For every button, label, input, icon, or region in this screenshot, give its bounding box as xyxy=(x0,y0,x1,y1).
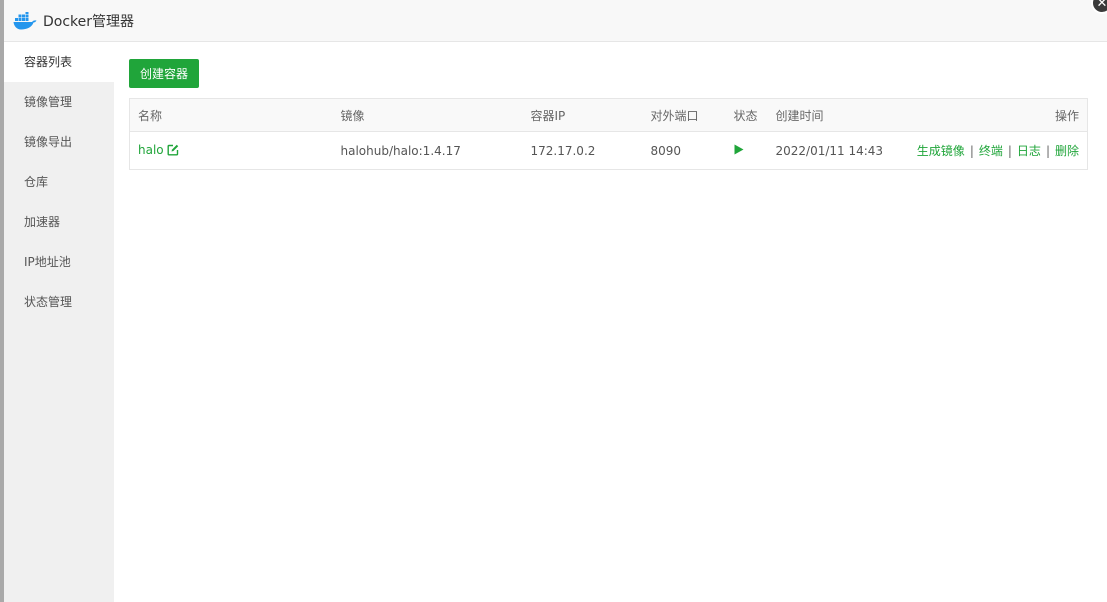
sidebar: 容器列表 镜像管理 镜像导出 仓库 加速器 IP地址池 状态管理 xyxy=(4,42,114,602)
sidebar-item-ip-pool[interactable]: IP地址池 xyxy=(4,242,114,282)
window-title: Docker管理器 xyxy=(43,13,135,30)
cell-created: 2022/01/11 14:43 xyxy=(775,143,884,158)
column-header-ops: 操作 xyxy=(1054,108,1079,123)
column-header-port: 对外端口 xyxy=(650,108,699,123)
cell-port[interactable]: 8090 xyxy=(643,132,726,170)
cell-name: halo xyxy=(130,132,333,170)
op-separator: | xyxy=(1045,144,1050,158)
sidebar-item-accelerator[interactable]: 加速器 xyxy=(4,202,114,242)
column-header-ip: 容器IP xyxy=(530,108,566,123)
column-header-status: 状态 xyxy=(733,108,758,123)
op-separator: | xyxy=(969,144,974,158)
sidebar-item-status-management[interactable]: 状态管理 xyxy=(4,282,114,322)
op-separator: | xyxy=(1007,144,1012,158)
table-row: halo halohub/halo:1.4.17 172.17.0.2 8090… xyxy=(130,132,1088,170)
sidebar-item-repository[interactable]: 仓库 xyxy=(4,162,114,202)
generate-image-link[interactable]: 生成镜像 xyxy=(917,144,965,158)
cell-image: halohub/halo:1.4.17 xyxy=(340,143,461,158)
sidebar-item-image-management[interactable]: 镜像管理 xyxy=(4,82,114,122)
container-name-link[interactable]: halo xyxy=(138,143,164,157)
column-header-image: 镜像 xyxy=(340,108,365,123)
log-link[interactable]: 日志 xyxy=(1017,144,1041,158)
sidebar-item-container-list[interactable]: 容器列表 xyxy=(4,42,114,82)
terminal-link[interactable]: 终端 xyxy=(979,144,1003,158)
docker-manager-dialog: Docker管理器 容器列表 镜像管理 镜像导出 仓库 加速器 IP地址池 状态… xyxy=(4,0,1107,602)
create-container-button[interactable]: 创建容器 xyxy=(129,59,200,88)
column-header-created: 创建时间 xyxy=(775,108,824,123)
container-table: 名称 镜像 容器IP 对外端口 状态 创建时间 操作 halo halohub/… xyxy=(129,98,1088,170)
delete-link[interactable]: 删除 xyxy=(1055,144,1079,158)
edit-icon[interactable] xyxy=(167,144,179,159)
sidebar-item-image-export[interactable]: 镜像导出 xyxy=(4,122,114,162)
cell-ops: 生成镜像 | 终端 | 日志 | 删除 xyxy=(894,132,1088,170)
play-icon[interactable] xyxy=(734,144,744,158)
cell-status xyxy=(726,132,768,170)
main-content: 创建容器 名称 镜像 容器IP 对外端口 状态 创建时间 操作 halo hal… xyxy=(114,42,1107,602)
column-header-name: 名称 xyxy=(138,108,163,123)
table-header-row: 名称 镜像 容器IP 对外端口 状态 创建时间 操作 xyxy=(129,98,1088,132)
cell-ip: 172.17.0.2 xyxy=(530,143,596,158)
docker-logo-icon xyxy=(13,11,39,31)
titlebar: Docker管理器 xyxy=(4,0,1107,42)
